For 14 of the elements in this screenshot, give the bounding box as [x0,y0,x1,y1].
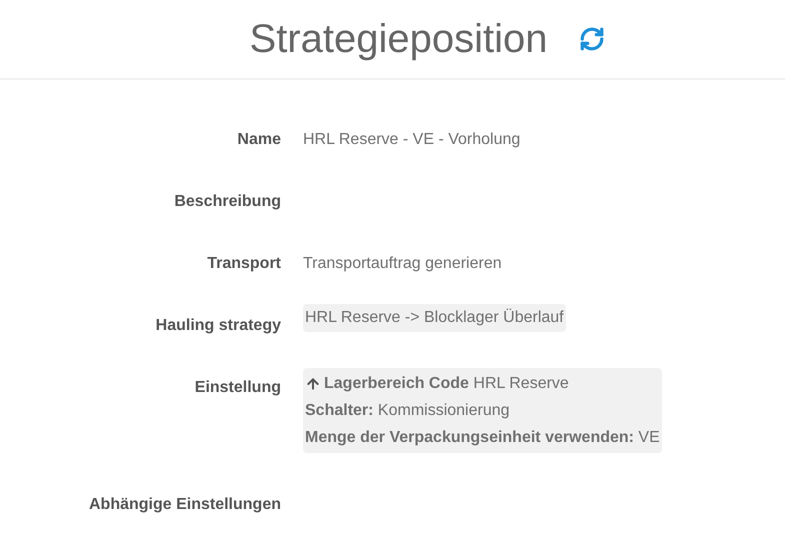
field-label: Transport [206,254,281,274]
field-value: HRL Reserve - VE - Vorholung [303,130,520,150]
field-label: Name [236,130,281,150]
field-label: Beschreibung [173,192,281,212]
setting-line: Schalter: Kommissionierung [305,401,510,421]
field-label: Hauling strategy [154,316,281,336]
setting-line: Menge der Verpackungseinheit verwenden: VE [305,428,660,448]
page-title: Strategieposition [250,19,548,59]
field-label: Einstellung [194,378,281,398]
setting-line: Lagerbereich Code HRL Reserve [324,374,569,394]
refresh-button[interactable] [579,26,606,52]
field-value: Transportauftrag generieren [303,254,502,274]
strategy-chip: HRL Reserve -> Blocklager Überlauf [303,304,566,332]
field-label: Abhängige Einstellungen [88,495,281,515]
